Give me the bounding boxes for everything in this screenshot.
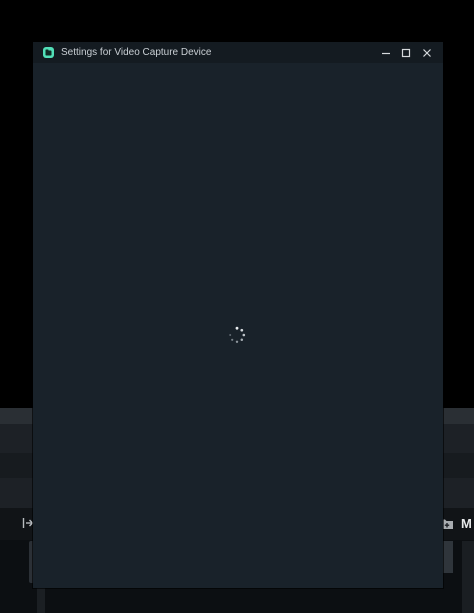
dialog-titlebar[interactable]: Settings for Video Capture Device xyxy=(33,42,443,63)
dialog-content xyxy=(33,63,443,588)
app-icon xyxy=(43,47,54,58)
dialog-title: Settings for Video Capture Device xyxy=(61,47,212,58)
background-scroll-rail xyxy=(462,541,474,613)
maximize-button[interactable] xyxy=(396,42,416,63)
minimize-button[interactable] xyxy=(376,42,396,63)
close-button[interactable] xyxy=(417,42,437,63)
minimize-icon xyxy=(382,52,390,54)
settings-dialog: Settings for Video Capture Device xyxy=(33,42,443,588)
background-panel-title: M xyxy=(461,516,472,531)
close-icon xyxy=(423,48,431,57)
background-list-item[interactable] xyxy=(443,541,453,573)
loading-spinner-icon xyxy=(229,326,246,343)
maximize-icon xyxy=(401,48,411,57)
